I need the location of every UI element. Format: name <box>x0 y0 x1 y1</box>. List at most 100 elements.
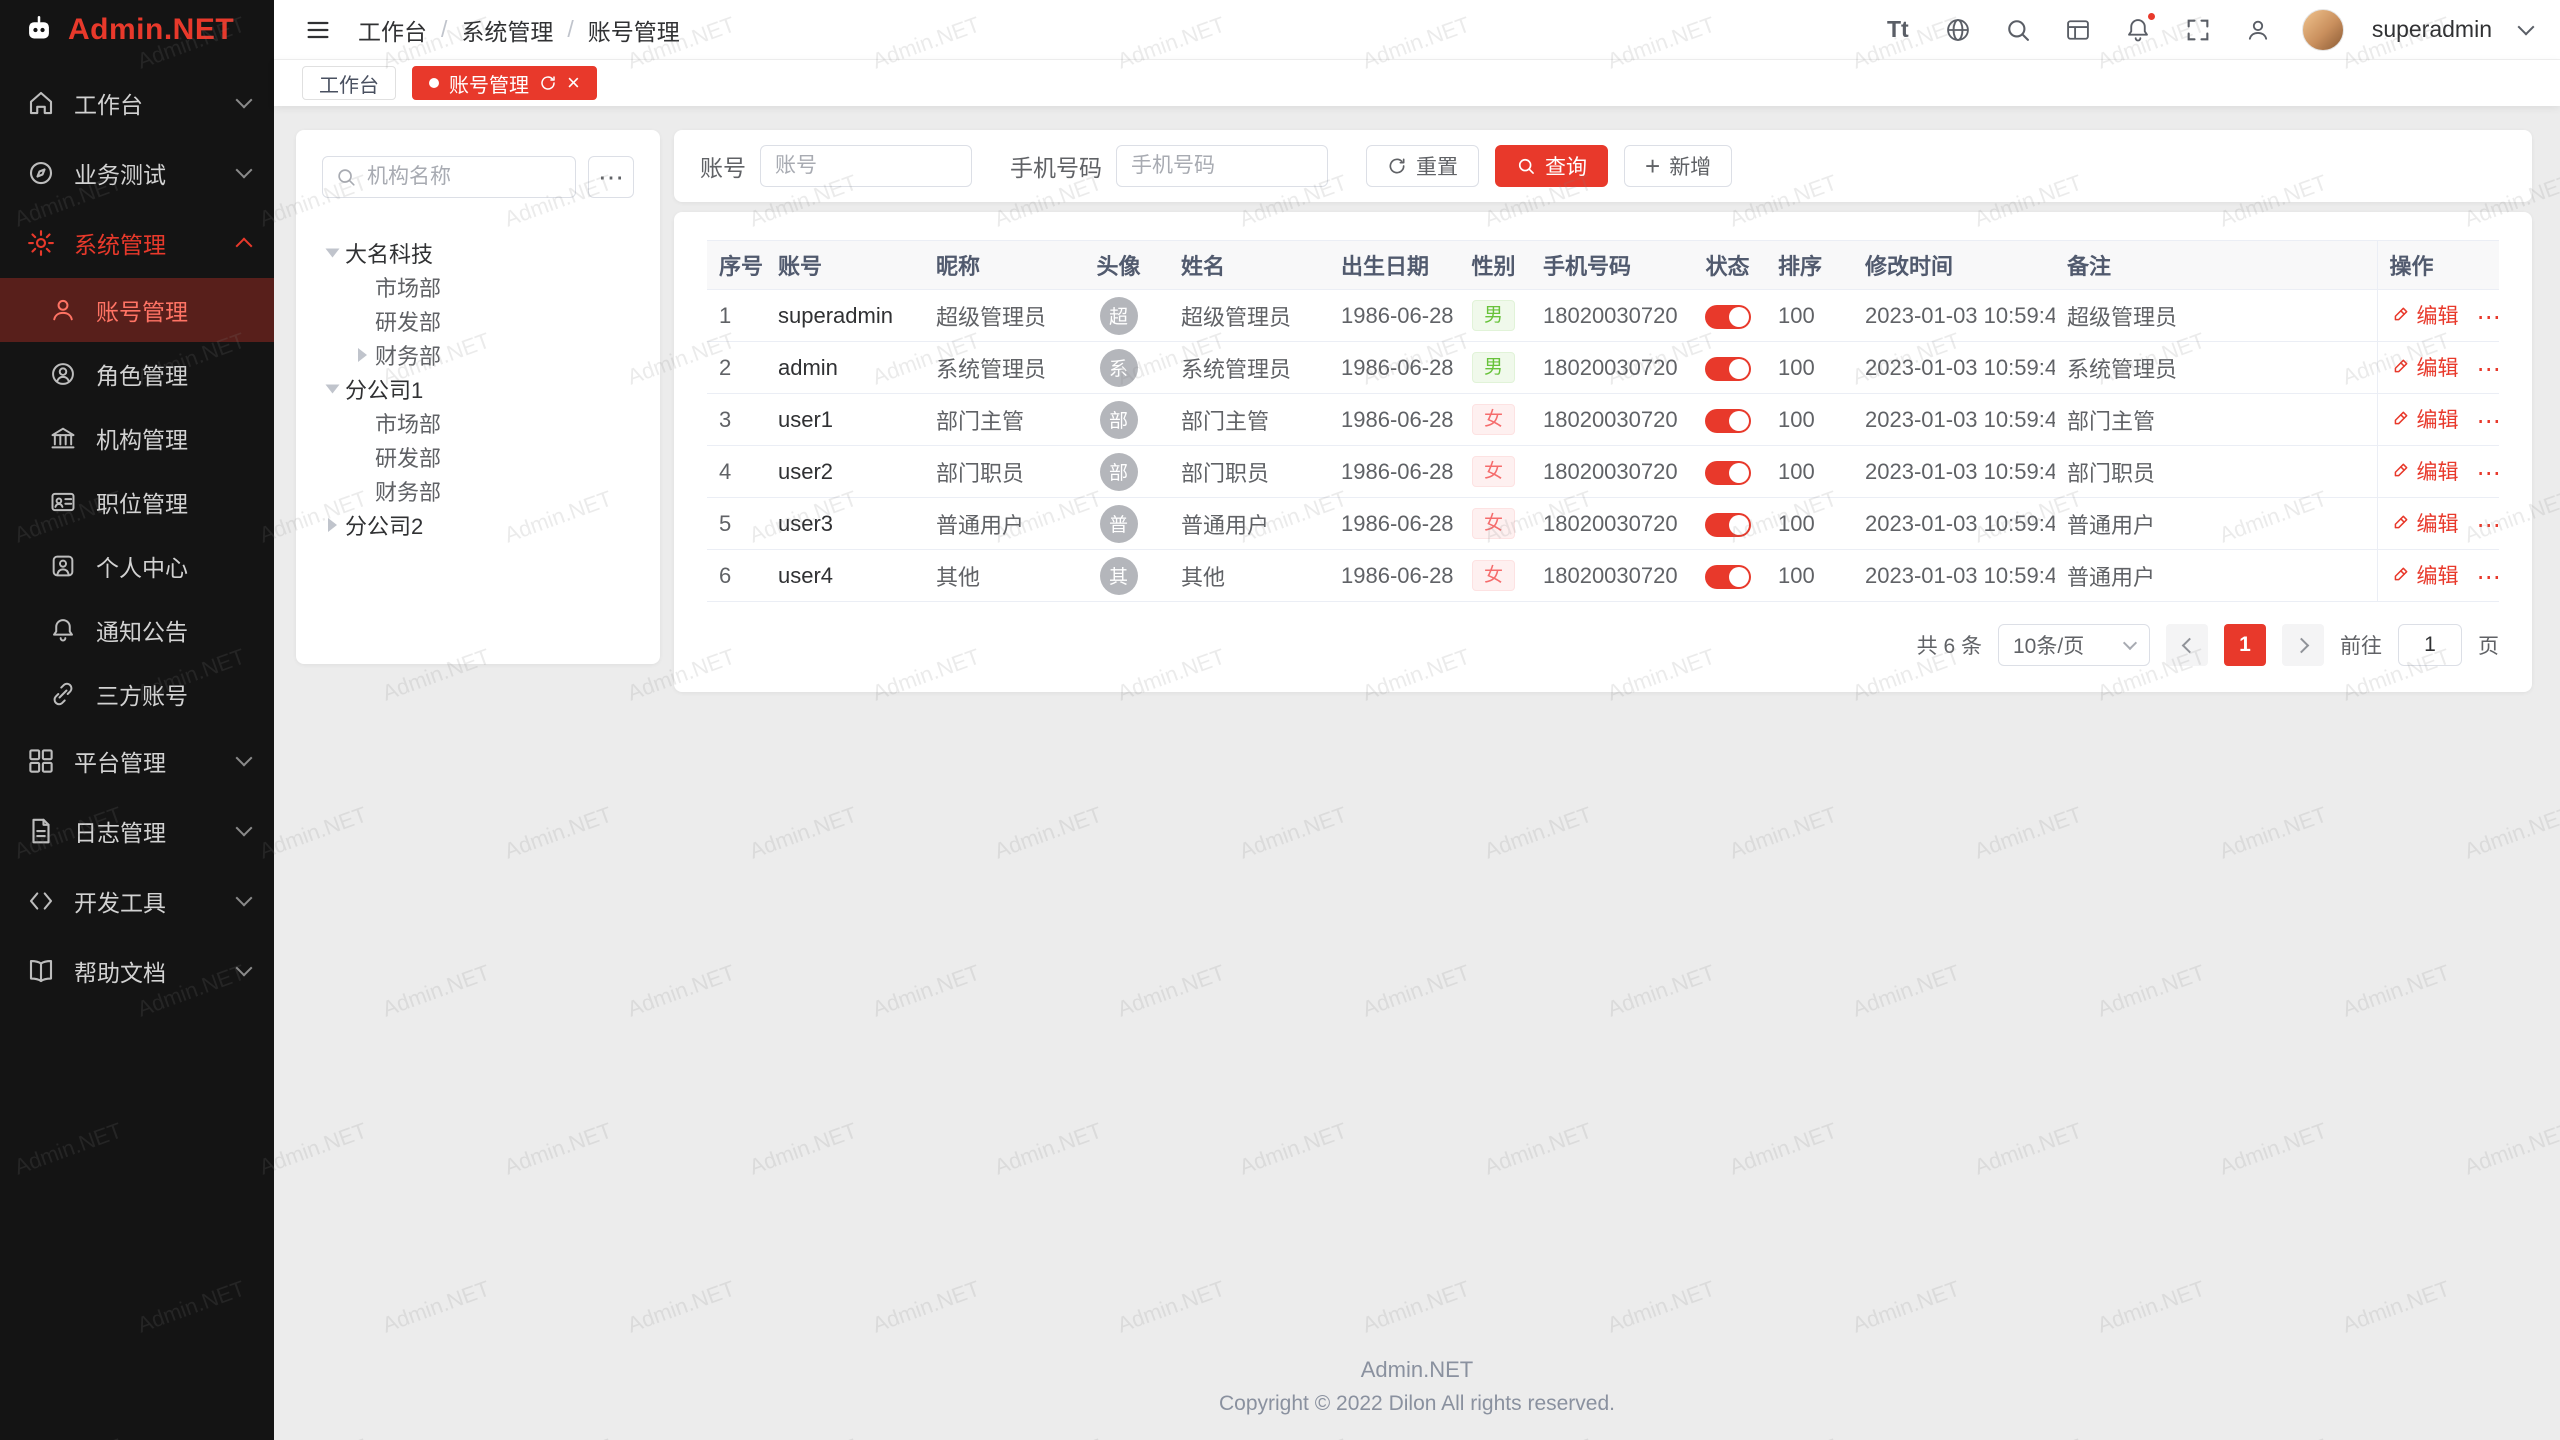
status-toggle[interactable] <box>1705 409 1751 433</box>
row-more-button[interactable]: ⋯ <box>2477 564 2500 591</box>
tab-account-management[interactable]: 账号管理 × <box>412 66 597 100</box>
tree-node[interactable]: 分公司2 <box>322 508 634 542</box>
tree-node-label: 市场部 <box>375 407 441 439</box>
main-area: 工作台 / 系统管理 / 账号管理 Tt superadmin <box>274 0 2560 1440</box>
chevron-down-icon[interactable] <box>2518 18 2535 35</box>
cell-no: 5 <box>707 498 766 550</box>
breadcrumb-item[interactable]: 系统管理 <box>461 13 553 47</box>
edit-button[interactable]: 编辑 <box>2390 560 2459 590</box>
sidebar-item-label: 帮助文档 <box>74 954 238 988</box>
sidebar-item-platform-management[interactable]: 平台管理 <box>0 726 274 796</box>
status-toggle[interactable] <box>1705 461 1751 485</box>
username[interactable]: superadmin <box>2372 16 2492 43</box>
row-more-button[interactable]: ⋯ <box>2477 512 2500 539</box>
sidebar-item-third-party-account[interactable]: 三方账号 <box>0 662 274 726</box>
sidebar-item-workbench[interactable]: 工作台 <box>0 68 274 138</box>
tree-node[interactable]: 市场部 <box>322 270 634 304</box>
cell-nickname: 部门主管 <box>924 394 1068 446</box>
sidebar-item-label: 系统管理 <box>74 226 238 260</box>
query-bar: 账号 手机号码 重置 查询 + 新增 <box>674 130 2532 202</box>
cell-account: admin <box>766 342 924 394</box>
close-icon[interactable]: × <box>567 72 580 94</box>
font-size-icon[interactable]: Tt <box>1882 14 1914 46</box>
logo[interactable]: Admin.NET <box>0 0 274 60</box>
fullscreen-icon[interactable] <box>2182 14 2214 46</box>
tab-workbench[interactable]: 工作台 <box>302 66 396 100</box>
tree-more-button[interactable]: ⋯ <box>588 156 634 198</box>
language-icon[interactable] <box>1942 14 1974 46</box>
row-more-button[interactable]: ⋯ <box>2477 304 2500 331</box>
app-root: Admin.NET 工作台 业务测试 系统管理 账号管理 <box>0 0 2560 1440</box>
caret-right-icon[interactable] <box>358 348 367 362</box>
cell-modified-time: 2023-01-03 10:59:44 <box>1853 342 2055 394</box>
sidebar-item-label: 通知公告 <box>96 613 250 647</box>
sidebar-item-business-test[interactable]: 业务测试 <box>0 138 274 208</box>
caret-down-icon[interactable] <box>326 385 340 394</box>
goto-page-input[interactable] <box>2398 624 2462 666</box>
status-toggle[interactable] <box>1705 513 1751 537</box>
add-button[interactable]: + 新增 <box>1624 145 1732 187</box>
refresh-icon[interactable] <box>539 74 557 92</box>
edit-button[interactable]: 编辑 <box>2390 508 2459 538</box>
sidebar-item-notice[interactable]: 通知公告 <box>0 598 274 662</box>
tree-node[interactable]: 财务部 <box>322 338 634 372</box>
edit-button[interactable]: 编辑 <box>2390 352 2459 382</box>
next-page-button[interactable] <box>2282 624 2324 666</box>
row-more-button[interactable]: ⋯ <box>2477 356 2500 383</box>
toggle-knob <box>1729 567 1749 587</box>
tree-node[interactable]: 研发部 <box>322 440 634 474</box>
org-name-input[interactable] <box>367 165 563 189</box>
tree-node[interactable]: 财务部 <box>322 474 634 508</box>
grid-icon <box>24 744 58 778</box>
cell-order: 100 <box>1766 394 1853 446</box>
tree-node[interactable]: 大名科技 <box>322 236 634 270</box>
edit-button[interactable]: 编辑 <box>2390 456 2459 486</box>
edit-button[interactable]: 编辑 <box>2390 300 2459 330</box>
tree-node[interactable]: 分公司1 <box>322 372 634 406</box>
hamburger-menu-icon[interactable] <box>302 14 334 46</box>
profile-icon <box>46 549 80 583</box>
reset-button[interactable]: 重置 <box>1366 145 1479 187</box>
table-row: 4 user2 部门职员 部 部门职员 1986-06-28 女 1802003… <box>707 446 2499 498</box>
status-toggle[interactable] <box>1705 305 1751 329</box>
notification-bell-icon[interactable] <box>2122 14 2154 46</box>
phone-input[interactable] <box>1116 145 1328 187</box>
sidebar-item-account-management[interactable]: 账号管理 <box>0 278 274 342</box>
tree-node-label: 研发部 <box>375 305 441 337</box>
sidebar-item-position-management[interactable]: 职位管理 <box>0 470 274 534</box>
sidebar-item-label: 平台管理 <box>74 744 238 778</box>
page-1-button[interactable]: 1 <box>2224 624 2266 666</box>
caret-right-icon[interactable] <box>328 518 337 532</box>
cell-modified-time: 2023-01-03 10:59:44 <box>1853 498 2055 550</box>
status-toggle[interactable] <box>1705 357 1751 381</box>
row-more-button[interactable]: ⋯ <box>2477 460 2500 487</box>
sidebar-item-system-management[interactable]: 系统管理 <box>0 208 274 278</box>
search-icon[interactable] <box>2002 14 2034 46</box>
status-toggle[interactable] <box>1705 565 1751 589</box>
caret-down-icon[interactable] <box>326 249 340 258</box>
sidebar-item-log-management[interactable]: 日志管理 <box>0 796 274 866</box>
breadcrumb-item[interactable]: 账号管理 <box>588 13 680 47</box>
sidebar-item-dev-tools[interactable]: 开发工具 <box>0 866 274 936</box>
page-size-select[interactable]: 10条/页 <box>1998 624 2150 666</box>
row-more-button[interactable]: ⋯ <box>2477 408 2500 435</box>
user-outline-icon[interactable] <box>2242 14 2274 46</box>
sidebar-item-role-management[interactable]: 角色管理 <box>0 342 274 406</box>
account-input[interactable] <box>760 145 972 187</box>
tree-node-label: 财务部 <box>375 475 441 507</box>
tree-node[interactable]: 研发部 <box>322 304 634 338</box>
cell-name: 超级管理员 <box>1169 290 1329 342</box>
cell-phone: 18020030720 <box>1531 290 1689 342</box>
edit-button[interactable]: 编辑 <box>2390 404 2459 434</box>
search-button[interactable]: 查询 <box>1495 145 1608 187</box>
column-header: 性别 <box>1456 241 1531 290</box>
theme-layout-icon[interactable] <box>2062 14 2094 46</box>
sidebar-item-personal-center[interactable]: 个人中心 <box>0 534 274 598</box>
avatar[interactable] <box>2302 9 2344 51</box>
breadcrumb-item[interactable]: 工作台 <box>358 13 427 47</box>
sidebar-item-org-management[interactable]: 机构管理 <box>0 406 274 470</box>
sidebar-item-label: 开发工具 <box>74 884 238 918</box>
sidebar-item-help-docs[interactable]: 帮助文档 <box>0 936 274 1006</box>
tree-node[interactable]: 市场部 <box>322 406 634 440</box>
prev-page-button[interactable] <box>2166 624 2208 666</box>
